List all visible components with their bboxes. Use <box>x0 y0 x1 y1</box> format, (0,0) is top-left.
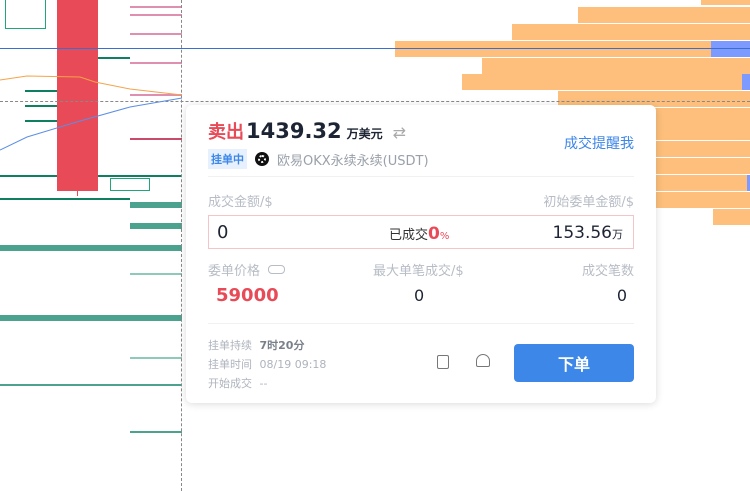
filled-pct-label: 已成交 <box>389 228 429 243</box>
filled-amount-label: 成交金额/$ <box>208 195 273 210</box>
exchange-logo-icon <box>255 152 269 166</box>
initial-unit: 万 <box>612 228 623 241</box>
start-label: 开始成交 <box>208 377 252 390</box>
order-detail-card: 卖出 1439.32 万美元 ⇄ 挂单中 欧易OKX永续永续(USDT) 成交提… <box>186 105 656 403</box>
duration-label: 挂单持续 <box>208 339 252 352</box>
max-fill-label: 最大单笔成交/$ <box>373 264 464 279</box>
order-time: 08/19 09:18 <box>259 358 327 371</box>
price-label: 委单价格 <box>208 264 261 279</box>
bell-icon[interactable] <box>476 354 490 367</box>
place-order-label: 下单 <box>557 355 590 374</box>
start-time: -- <box>259 377 268 390</box>
filled-amount: 0 <box>217 222 229 243</box>
status-badge: 挂单中 <box>208 149 247 169</box>
initial-amount: 153.56 <box>552 223 612 243</box>
duration: 7时20分 <box>259 339 305 352</box>
swap-icon[interactable]: ⇄ <box>393 123 406 142</box>
order-amount-unit: 万美元 <box>346 127 383 141</box>
fill-count-label: 成交笔数 <box>581 264 634 279</box>
divider <box>208 323 634 324</box>
filled-pct: 0 <box>428 224 440 244</box>
max-fill: 0 <box>414 286 425 305</box>
ma-line-blue <box>0 97 183 151</box>
order-side: 卖出 <box>208 122 244 143</box>
divider <box>208 176 634 177</box>
notes-icon[interactable] <box>437 355 449 369</box>
order-price: 59000 <box>216 285 279 306</box>
tag-icon[interactable] <box>268 265 286 274</box>
fill-count: 0 <box>616 286 627 305</box>
initial-amount-label: 初始委单金额/$ <box>543 195 634 210</box>
order-amount: 1439.32 <box>246 119 342 143</box>
pct-sign: % <box>439 231 450 242</box>
ma-line-orange <box>0 75 183 96</box>
exchange-name: 欧易OKX永续永续(USDT) <box>277 153 429 169</box>
fill-progress-box: 0 已成交0% 153.56万 <box>208 215 634 249</box>
trade-alert-link[interactable]: 成交提醒我 <box>564 133 634 153</box>
place-order-button[interactable]: 下单 <box>514 344 634 382</box>
time-label: 挂单时间 <box>208 358 252 371</box>
